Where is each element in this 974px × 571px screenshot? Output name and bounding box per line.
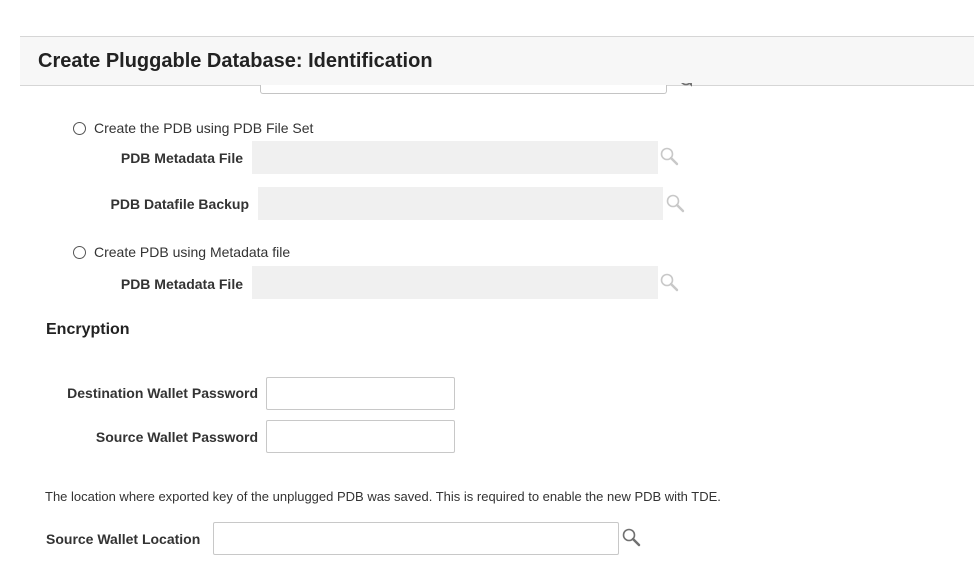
source-wallet-location-input[interactable] bbox=[213, 522, 619, 555]
search-icon[interactable] bbox=[665, 193, 687, 220]
metadata-file-field[interactable] bbox=[252, 266, 658, 299]
wallet-location-info-text: The location where exported key of the u… bbox=[45, 489, 721, 504]
top-band bbox=[0, 0, 974, 10]
pdb-metadata-file-field[interactable] bbox=[252, 141, 658, 174]
source-wallet-password-label: Source Wallet Password bbox=[95, 429, 258, 445]
search-icon[interactable] bbox=[659, 272, 681, 299]
page-header: Create Pluggable Database: Identificatio… bbox=[20, 36, 974, 86]
destination-wallet-password-input[interactable] bbox=[266, 377, 455, 410]
encryption-section-title: Encryption bbox=[46, 321, 130, 338]
search-icon[interactable] bbox=[621, 527, 643, 554]
scrolled-field[interactable] bbox=[260, 85, 667, 94]
source-wallet-password-input[interactable] bbox=[266, 420, 455, 453]
metadata-file-radio[interactable] bbox=[73, 245, 86, 259]
destination-wallet-password-label: Destination Wallet Password bbox=[67, 385, 258, 401]
pdb-datafile-backup-label: PDB Datafile Backup bbox=[110, 196, 249, 212]
pdb-file-set-radio-label: Create the PDB using PDB File Set bbox=[94, 120, 314, 136]
metadata-file-radio-row[interactable]: Create PDB using Metadata file bbox=[73, 244, 290, 260]
pdb-file-set-radio-row[interactable]: Create the PDB using PDB File Set bbox=[73, 120, 313, 136]
pdb-metadata-file-label: PDB Metadata File bbox=[120, 276, 243, 292]
pdb-file-set-radio[interactable] bbox=[73, 121, 86, 135]
page-title: Create Pluggable Database: Identificatio… bbox=[38, 50, 433, 72]
search-icon[interactable] bbox=[659, 146, 681, 173]
pdb-datafile-backup-field[interactable] bbox=[258, 187, 663, 220]
metadata-file-radio-label: Create PDB using Metadata file bbox=[94, 244, 291, 260]
source-wallet-location-label: Source Wallet Location bbox=[46, 531, 201, 547]
pdb-metadata-file-label: PDB Metadata File bbox=[120, 150, 243, 166]
search-icon[interactable] bbox=[678, 83, 692, 93]
